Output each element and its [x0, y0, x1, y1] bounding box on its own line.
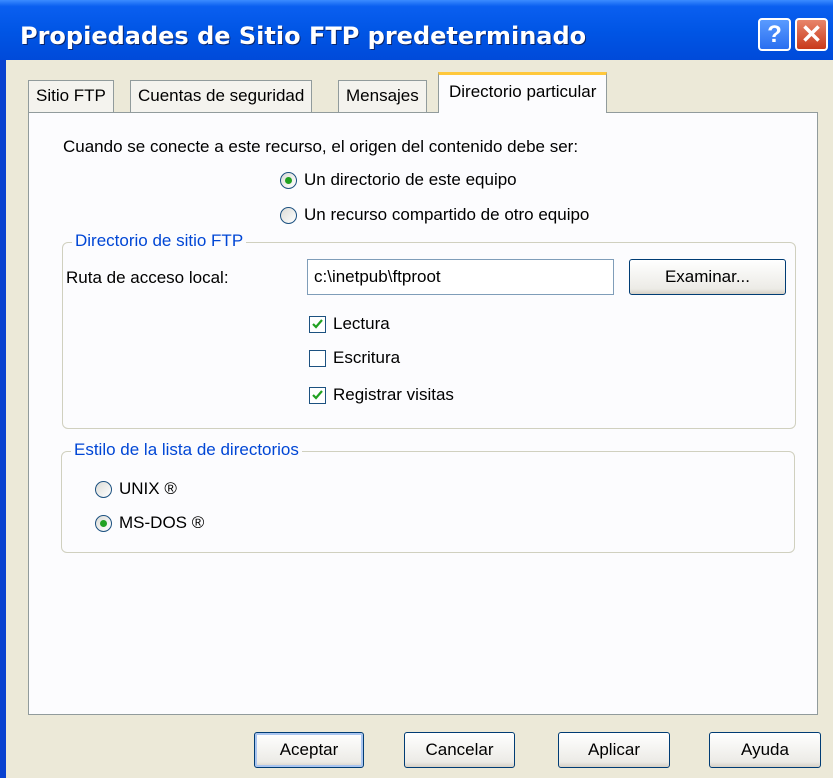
checkbox-write-label[interactable]: Escritura	[333, 348, 400, 368]
checkbox-log-visits[interactable]	[309, 387, 326, 404]
tab-directorio-particular[interactable]: Directorio particular	[438, 72, 608, 113]
cancel-button[interactable]: Cancelar	[404, 732, 515, 768]
radio-local-directory-label[interactable]: Un directorio de este equipo	[304, 170, 517, 190]
local-path-input[interactable]: c:\inetpub\ftproot	[307, 259, 614, 295]
radio-msdos[interactable]	[95, 515, 112, 532]
listing-style-group-label: Estilo de la lista de directorios	[71, 440, 302, 460]
radio-unix-label[interactable]: UNIX ®	[119, 479, 177, 499]
help-icon[interactable]: ?	[758, 18, 791, 51]
local-path-label: Ruta de acceso local:	[66, 268, 229, 287]
tab-cuentas-de-seguridad[interactable]: Cuentas de seguridad	[130, 80, 313, 112]
dialog-window: Propiedades de Sitio FTP predeterminado …	[0, 0, 833, 778]
ok-button[interactable]: Aceptar	[254, 732, 364, 768]
tab-panel: Cuando se conecte a este recurso, el ori…	[28, 112, 818, 715]
checkbox-read-label[interactable]: Lectura	[333, 314, 390, 334]
close-icon[interactable]: ✕	[795, 18, 828, 51]
listing-style-group	[61, 451, 795, 553]
apply-button[interactable]: Aplicar	[558, 732, 670, 768]
tab-mensajes[interactable]: Mensajes	[338, 80, 427, 112]
help-button[interactable]: Ayuda	[709, 732, 821, 768]
ftp-directory-group-label: Directorio de sitio FTP	[72, 231, 247, 251]
source-prompt: Cuando se conecte a este recurso, el ori…	[63, 137, 579, 156]
browse-button[interactable]: Examinar...	[629, 259, 786, 295]
checkbox-read[interactable]	[309, 316, 326, 333]
window-title: Propiedades de Sitio FTP predeterminado	[20, 22, 587, 50]
radio-msdos-label[interactable]: MS-DOS ®	[119, 513, 204, 533]
radio-local-directory[interactable]	[280, 172, 297, 189]
radio-unix[interactable]	[95, 481, 112, 498]
radio-network-share-label[interactable]: Un recurso compartido de otro equipo	[304, 205, 589, 225]
tab-sitio-ftp[interactable]: Sitio FTP	[28, 80, 114, 112]
radio-network-share[interactable]	[280, 207, 297, 224]
checkbox-write[interactable]	[309, 350, 326, 367]
checkbox-log-visits-label[interactable]: Registrar visitas	[333, 385, 454, 405]
